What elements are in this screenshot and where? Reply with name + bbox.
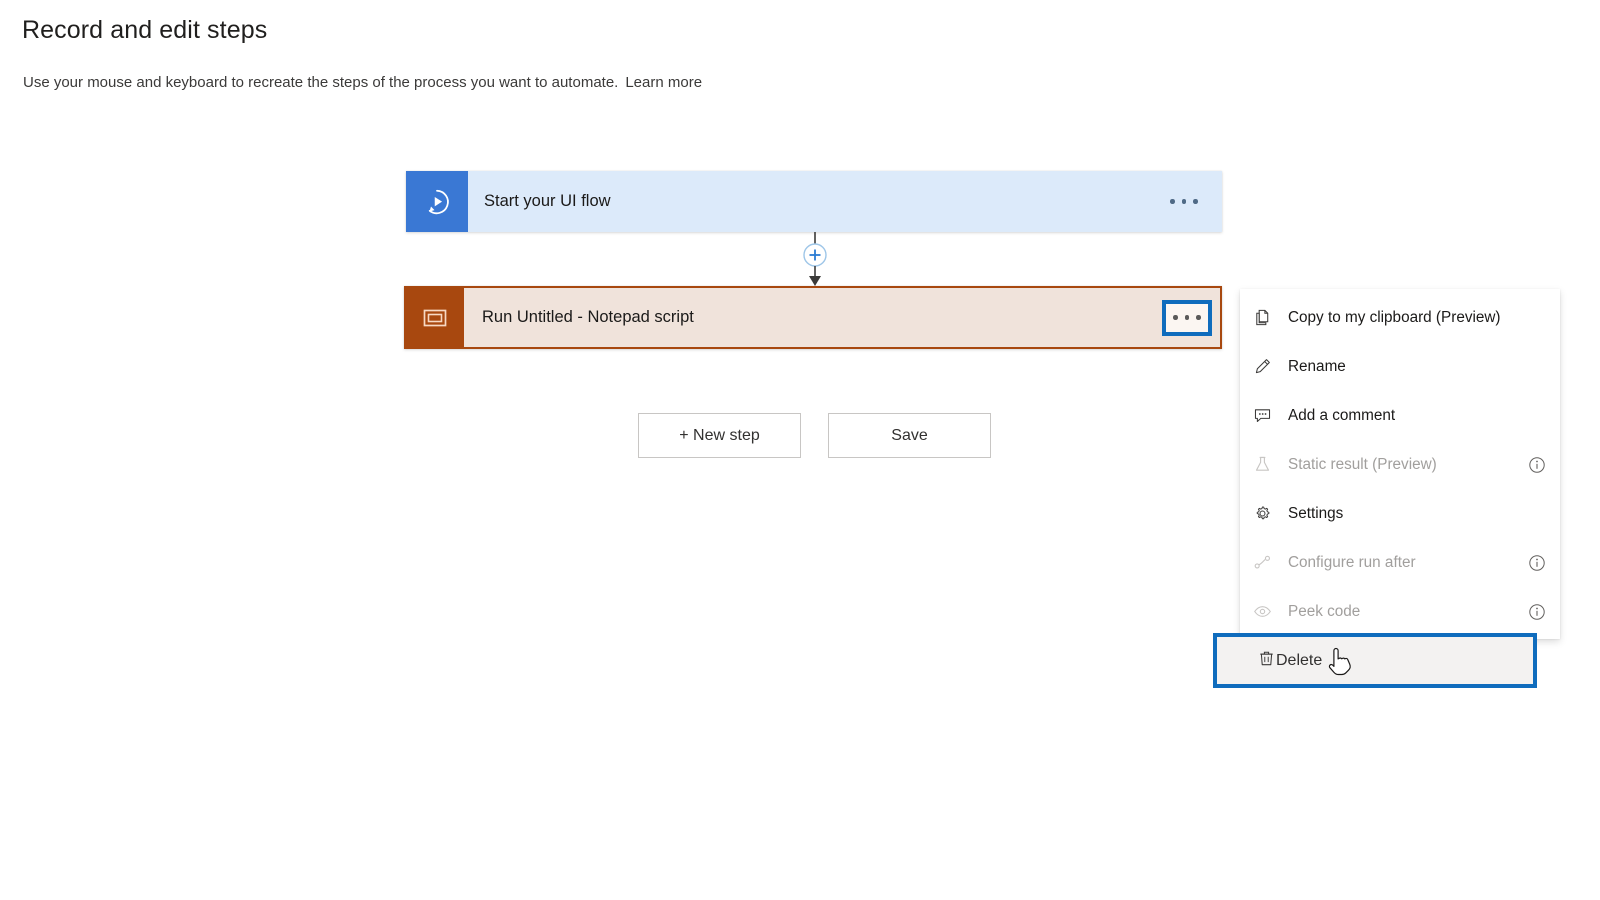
action-more-button[interactable] xyxy=(1162,299,1212,336)
menu-item-label: Rename xyxy=(1288,357,1346,375)
save-button[interactable]: Save xyxy=(828,413,991,458)
ellipsis-dot xyxy=(1173,315,1178,320)
menu-item-peek-code[interactable]: Peek code xyxy=(1240,587,1560,636)
flask-icon xyxy=(1253,455,1279,474)
menu-item-copy-to-my-clipboard[interactable]: Copy to my clipboard (Preview) xyxy=(1240,293,1560,342)
trash-icon xyxy=(1257,649,1276,673)
flow-card-action-body: Run Untitled - Notepad script xyxy=(464,288,1220,347)
menu-item-configure-run-after[interactable]: Configure run after xyxy=(1240,538,1560,587)
menu-item-label: Add a comment xyxy=(1288,406,1396,424)
menu-item-label: Settings xyxy=(1288,504,1344,522)
ellipsis-dot xyxy=(1196,315,1201,320)
flow-connector[interactable] xyxy=(786,232,844,290)
ellipsis-dot xyxy=(1181,199,1187,204)
flow-card-action-label: Run Untitled - Notepad script xyxy=(482,308,694,326)
ellipsis-dot xyxy=(1193,199,1198,204)
info-icon[interactable] xyxy=(1528,603,1546,621)
menu-item-label: Configure run after xyxy=(1288,553,1416,571)
info-icon[interactable] xyxy=(1528,554,1546,572)
menu-item-label: Peek code xyxy=(1288,602,1361,620)
menu-item-add-a-comment[interactable]: Add a comment xyxy=(1240,391,1560,440)
flow-card-trigger-label: Start your UI flow xyxy=(484,192,611,210)
gear-icon xyxy=(1253,504,1279,523)
trigger-more-button[interactable] xyxy=(1162,187,1206,217)
menu-item-label: Copy to my clipboard (Preview) xyxy=(1288,308,1501,326)
copy-icon xyxy=(1253,308,1279,327)
comment-icon xyxy=(1253,406,1279,425)
ellipsis-dot xyxy=(1184,315,1190,320)
flow-card-action[interactable]: Run Untitled - Notepad script xyxy=(404,286,1222,349)
flow-card-trigger[interactable]: Start your UI flow xyxy=(406,171,1222,232)
delete-highlight-box: Delete xyxy=(1213,633,1537,688)
eye-icon xyxy=(1253,602,1279,621)
menu-item-label: Delete xyxy=(1276,651,1323,669)
menu-item-label: Static result (Preview) xyxy=(1288,455,1437,473)
menu-item-settings[interactable]: Settings xyxy=(1240,489,1560,538)
menu-item-delete[interactable]: Delete xyxy=(1244,637,1537,684)
action-context-menu: Copy to my clipboard (Preview) Rename Ad… xyxy=(1213,289,1560,688)
info-icon[interactable] xyxy=(1528,456,1546,474)
run-after-icon xyxy=(1253,553,1279,572)
new-step-button[interactable]: + New step xyxy=(638,413,801,458)
pencil-icon xyxy=(1253,357,1279,376)
ellipsis-dot xyxy=(1170,199,1175,204)
window-script-icon xyxy=(406,288,464,347)
ui-flow-play-icon xyxy=(406,171,468,232)
menu-item-rename[interactable]: Rename xyxy=(1240,342,1560,391)
menu-item-static-result[interactable]: Static result (Preview) xyxy=(1240,440,1560,489)
flow-card-trigger-body: Start your UI flow xyxy=(468,171,1222,232)
